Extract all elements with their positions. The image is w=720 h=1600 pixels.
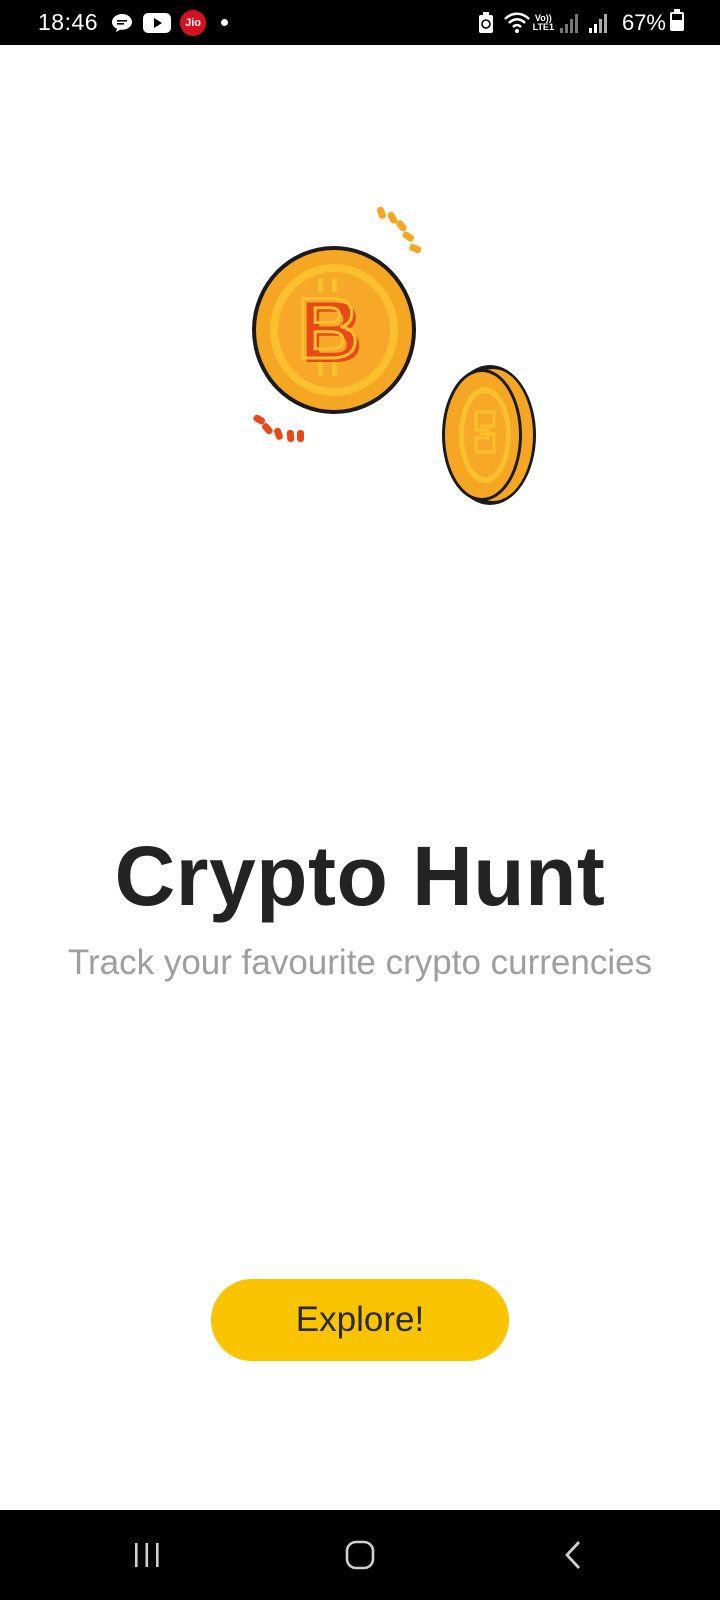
app-subtitle: Track your favourite crypto currencies [67, 943, 653, 982]
recents-button[interactable] [107, 1525, 187, 1585]
message-icon [110, 12, 134, 34]
battery-saver-icon [478, 11, 494, 34]
back-icon [565, 1541, 581, 1569]
explore-button[interactable]: Explore! [211, 1279, 509, 1361]
signal-icon-2 [588, 13, 609, 33]
network-type: Vo)) LTE1 [532, 13, 554, 32]
app-title: Crypto Hunt [114, 829, 606, 923]
home-button[interactable] [320, 1525, 400, 1585]
battery-percent: 67% [621, 9, 666, 35]
navigation-bar [0, 1510, 720, 1600]
status-bar: 18:46 Jio Vo)) LTE1 67% [0, 0, 720, 45]
wifi-icon [503, 12, 531, 34]
clock: 18:46 [38, 9, 99, 35]
splash-screen: 18:46 Jio Vo)) LTE1 67% B B Crypto Hunt … [0, 0, 720, 1600]
side-coin-icon [442, 365, 536, 505]
back-button[interactable] [533, 1525, 613, 1585]
home-icon [345, 1540, 375, 1570]
battery-icon [670, 9, 684, 36]
sparkle-bottom-icon [253, 414, 304, 442]
status-left: 18:46 Jio [38, 9, 229, 36]
sparkle-top-icon [376, 206, 422, 254]
recents-icon [134, 1543, 159, 1567]
svg-text:B: B [297, 281, 359, 377]
coins-illustration: B B [230, 190, 560, 520]
youtube-icon [143, 12, 172, 33]
network-label-bottom: LTE1 [532, 21, 554, 32]
status-right: Vo)) LTE1 67% [478, 9, 684, 36]
bitcoin-coin-icon: B B [252, 246, 416, 414]
jio-icon: Jio [180, 9, 207, 36]
notification-dot [221, 19, 229, 26]
signal-icon [559, 13, 580, 33]
